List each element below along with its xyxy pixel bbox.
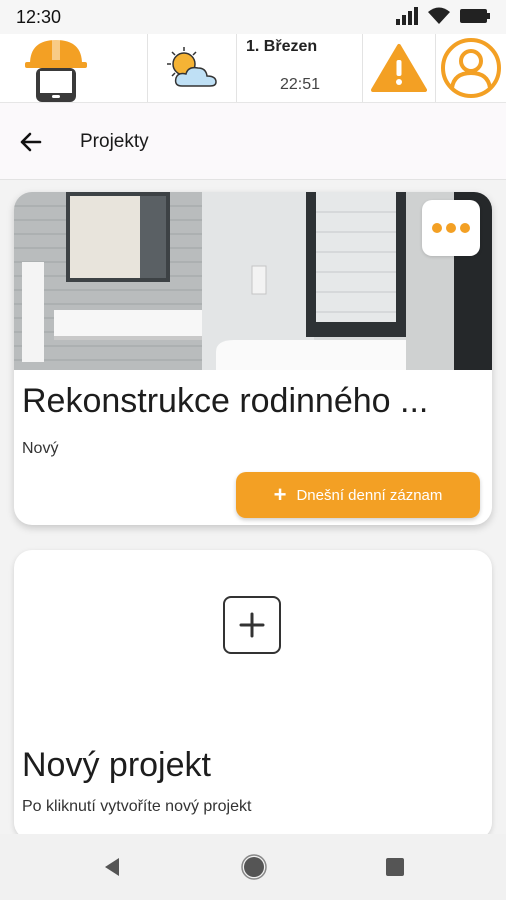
status-time: 12:30 <box>16 7 62 27</box>
battery-icon <box>460 9 490 23</box>
page-title: Projekty <box>80 131 149 152</box>
header-time: 22:51 <box>280 76 321 93</box>
new-project-card[interactable]: Nový projekt Po kliknutí vytvoříte nový … <box>14 550 492 840</box>
home-circle-icon <box>241 854 267 880</box>
new-project-title: Nový projekt <box>22 746 211 784</box>
profile-button[interactable] <box>436 34 506 102</box>
system-nav-bar <box>0 834 506 900</box>
weather-widget[interactable] <box>148 34 236 102</box>
project-card[interactable]: Rekonstrukce rodinného ... Nový + Dnešní… <box>14 192 492 525</box>
header-date: 1. Březen <box>246 38 318 55</box>
project-photo <box>14 192 492 370</box>
helmet-phone-logo-icon <box>25 38 87 102</box>
status-icons <box>396 7 490 25</box>
more-dots-icon <box>432 223 470 233</box>
wifi-icon <box>428 7 450 24</box>
title-bar: Projekty <box>0 103 506 180</box>
signal-icon <box>396 7 418 25</box>
header-divider <box>236 34 237 102</box>
plus-icon: + <box>273 482 287 507</box>
daily-record-button[interactable]: + Dnešní denní záznam <box>236 472 480 518</box>
nav-home-button[interactable] <box>239 852 269 882</box>
recents-square-icon <box>386 858 404 876</box>
app-logo[interactable] <box>16 34 96 102</box>
project-status: Nový <box>22 440 59 457</box>
nav-recents-button[interactable] <box>380 852 410 882</box>
user-profile-icon <box>441 38 501 98</box>
more-options-button[interactable] <box>422 200 480 256</box>
new-project-description: Po kliknutí vytvoříte nový projekt <box>22 798 252 815</box>
partly-cloudy-icon <box>167 47 217 87</box>
arrow-left-icon <box>20 132 42 152</box>
alerts-button[interactable] <box>363 34 435 102</box>
back-button[interactable] <box>16 127 46 157</box>
status-bar: 12:30 <box>0 0 506 34</box>
app-header: 1. Březen 22:51 <box>0 34 506 103</box>
daily-record-label: Dnešní denní záznam <box>296 486 443 504</box>
warning-icon <box>371 44 427 92</box>
back-triangle-icon <box>105 858 119 876</box>
add-square-icon <box>223 596 281 654</box>
project-name: Rekonstrukce rodinného ... <box>22 382 429 420</box>
nav-back-button[interactable] <box>98 852 128 882</box>
